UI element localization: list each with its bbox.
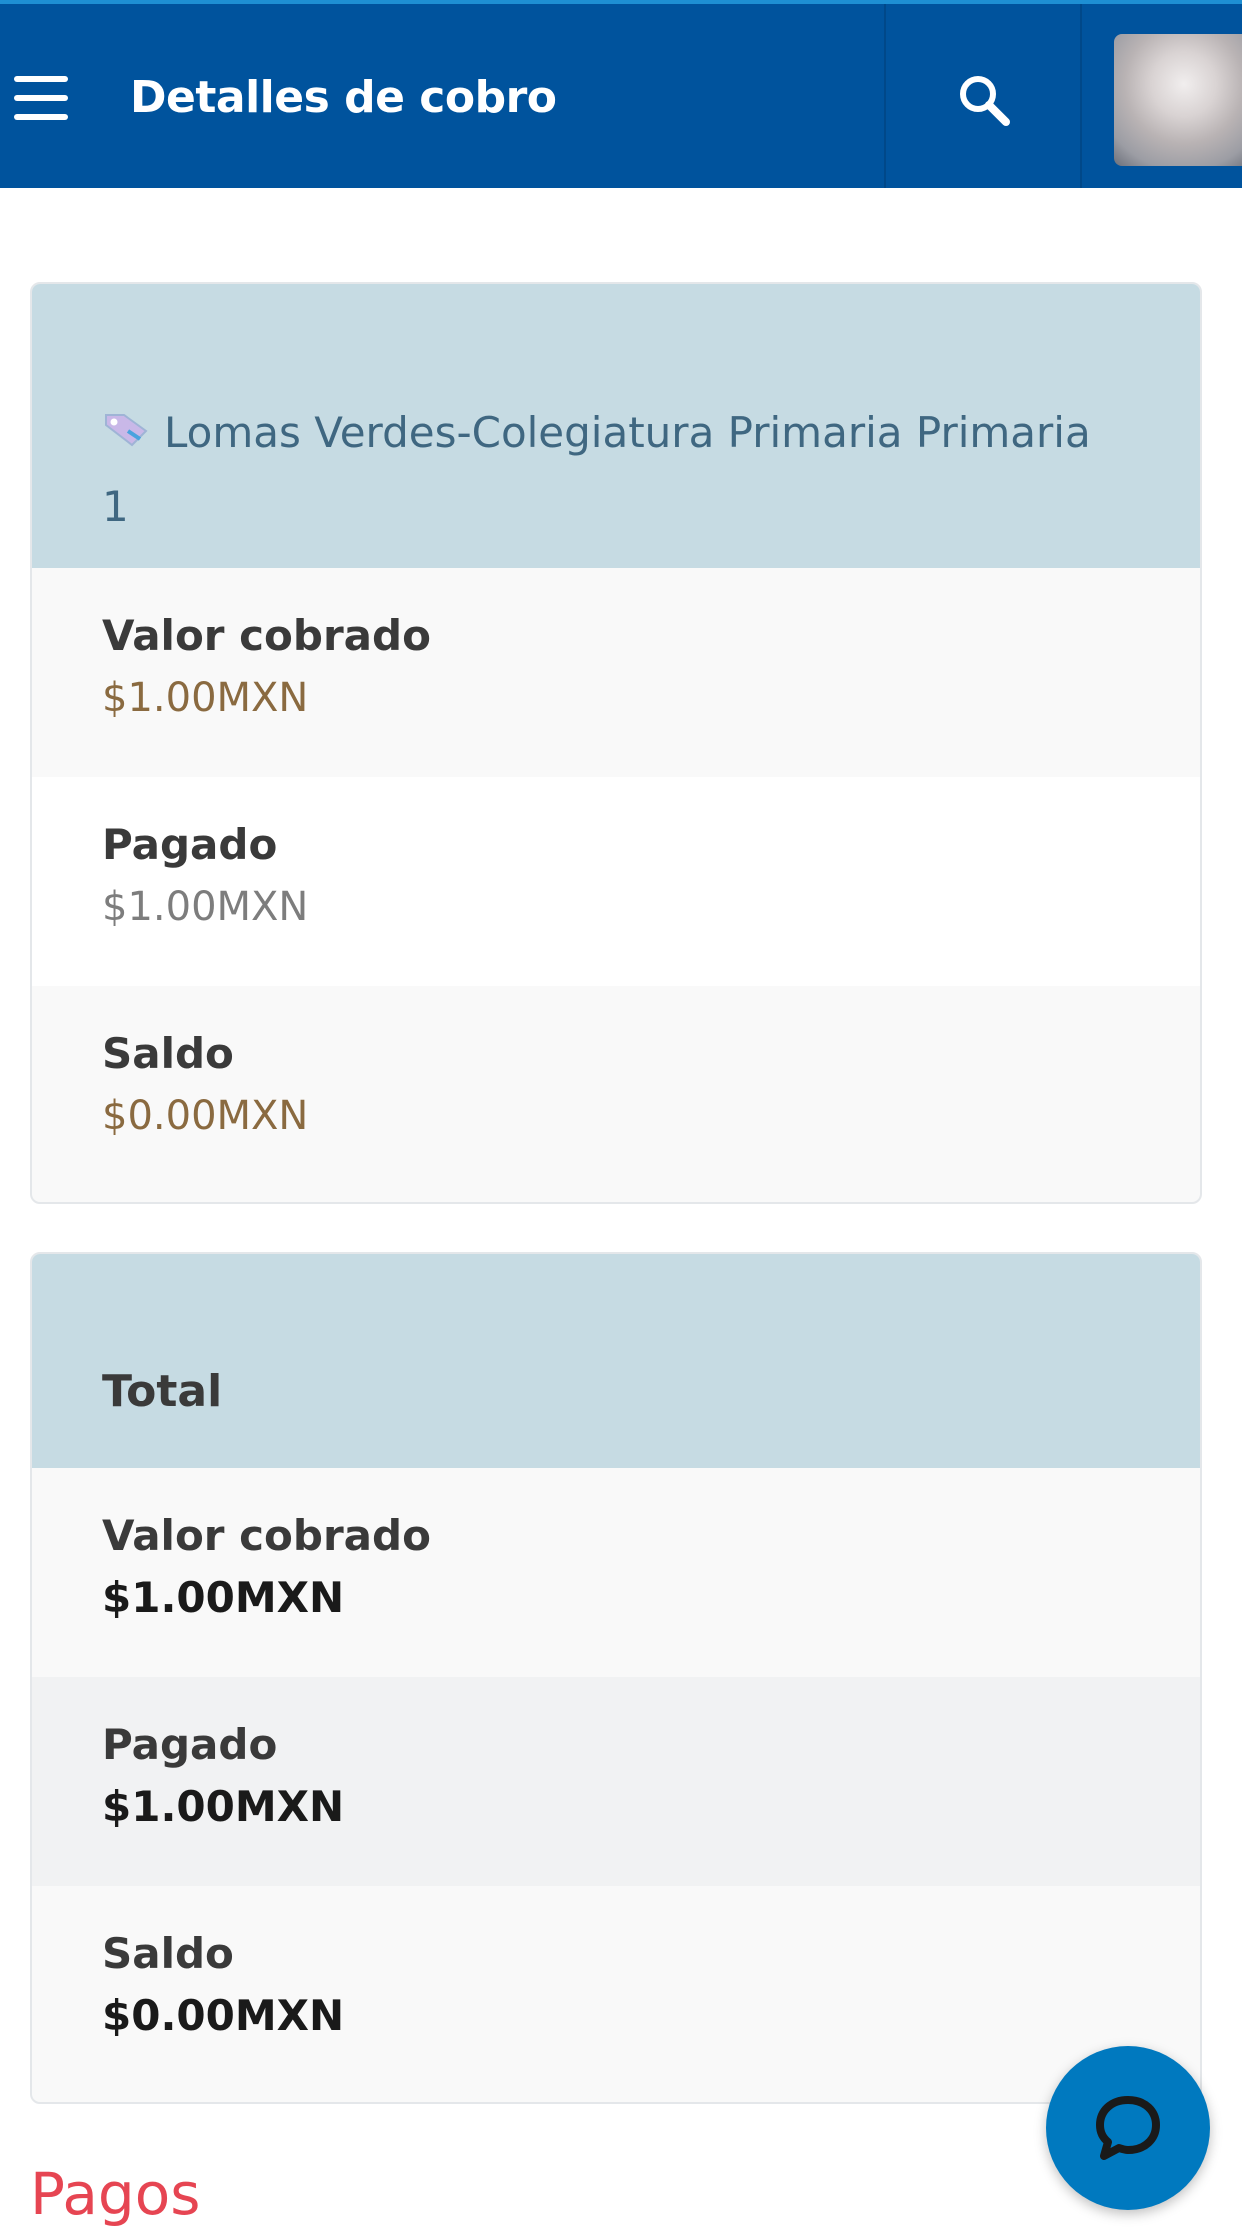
- total-row-saldo: Saldo $0.00MXN: [32, 1886, 1200, 2095]
- row-value: $1.00MXN: [102, 675, 309, 721]
- total-card-header: Total: [32, 1254, 1200, 1468]
- charge-row-saldo: Saldo $0.00MXN: [32, 986, 1200, 1195]
- hamburger-icon[interactable]: [14, 76, 70, 120]
- appbar-divider: [1080, 4, 1082, 188]
- search-icon[interactable]: [950, 66, 1020, 136]
- charge-concept-text: Lomas Verdes-Colegiatura Primaria Primar…: [102, 408, 1091, 531]
- row-value: $1.00MXN: [102, 1782, 345, 1831]
- row-label: Pagado: [102, 820, 278, 869]
- row-value: $0.00MXN: [102, 1093, 309, 1139]
- app-bar: Detalles de cobro: [0, 0, 1242, 188]
- charge-row-valor-cobrado: Valor cobrado $1.00MXN: [32, 568, 1200, 777]
- total-row-pagado: Pagado $1.00MXN: [32, 1677, 1200, 1886]
- row-value: $0.00MXN: [102, 1991, 345, 2040]
- chat-button[interactable]: [1046, 2046, 1210, 2210]
- charge-row-pagado: Pagado $1.00MXN: [32, 777, 1200, 986]
- appbar-divider: [884, 4, 886, 188]
- payments-heading: Pagos: [30, 2160, 201, 2228]
- charge-detail-card: Lomas Verdes-Colegiatura Primaria Primar…: [30, 282, 1202, 1204]
- tag-icon: [105, 414, 148, 447]
- chat-bubble-icon: [1096, 2096, 1160, 2160]
- charge-card-header: Lomas Verdes-Colegiatura Primaria Primar…: [32, 284, 1200, 568]
- row-label: Valor cobrado: [102, 1511, 431, 1560]
- row-value: $1.00MXN: [102, 884, 309, 930]
- row-label: Valor cobrado: [102, 611, 431, 660]
- total-row-valor-cobrado: Valor cobrado $1.00MXN: [32, 1468, 1200, 1677]
- total-title: Total: [102, 1366, 223, 1417]
- page-title: Detalles de cobro: [130, 72, 557, 123]
- row-label: Pagado: [102, 1720, 278, 1769]
- user-avatar[interactable]: [1114, 34, 1242, 166]
- row-value: $1.00MXN: [102, 1573, 345, 1622]
- row-label: Saldo: [102, 1929, 234, 1978]
- row-label: Saldo: [102, 1029, 234, 1078]
- total-card: Total Valor cobrado $1.00MXN Pagado $1.0…: [30, 1252, 1202, 2104]
- charge-concept: Lomas Verdes-Colegiatura Primaria Primar…: [102, 396, 1102, 544]
